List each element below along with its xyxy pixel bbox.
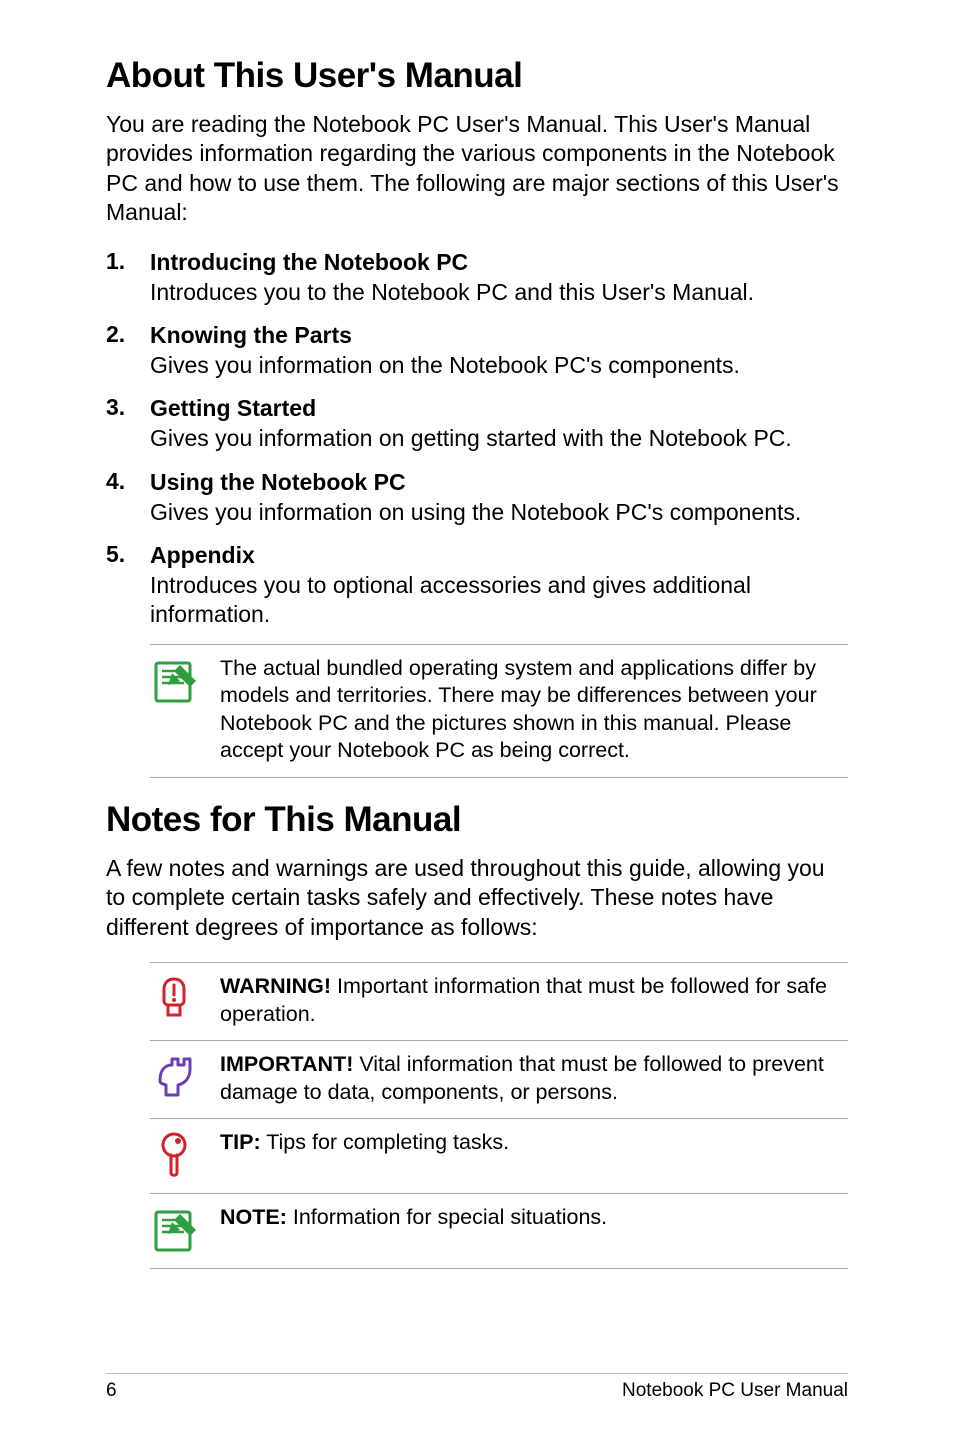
- list-item: Introducing the Notebook PC Introduces y…: [106, 248, 848, 307]
- callout-label: IMPORTANT!: [220, 1052, 353, 1076]
- footer-title: Notebook PC User Manual: [622, 1380, 848, 1402]
- list-item: Appendix Introduces you to optional acce…: [106, 541, 848, 630]
- section-title: Appendix: [150, 541, 848, 571]
- section-description: Introduces you to optional accessories a…: [150, 571, 848, 630]
- note-callout: The actual bundled operating system and …: [150, 644, 848, 778]
- callout-text: TIP: Tips for completing tasks.: [220, 1129, 848, 1157]
- section-title: Introducing the Notebook PC: [150, 248, 848, 278]
- section-description: Gives you information on using the Noteb…: [150, 498, 848, 527]
- callout-text: WARNING! Important information that must…: [220, 973, 848, 1028]
- callout-row-important: IMPORTANT! Vital information that must b…: [150, 1040, 848, 1118]
- list-item: Knowing the Parts Gives you information …: [106, 321, 848, 380]
- page-number: 6: [106, 1380, 117, 1402]
- list-item: Using the Notebook PC Gives you informat…: [106, 468, 848, 527]
- callout-label: TIP:: [220, 1130, 261, 1154]
- callout-body: Information for special situations.: [287, 1205, 607, 1229]
- page-content: About This User's Manual You are reading…: [0, 0, 954, 1269]
- callout-text: NOTE: Information for special situations…: [220, 1204, 848, 1232]
- section-description: Gives you information on getting started…: [150, 424, 848, 453]
- section-title: Knowing the Parts: [150, 321, 848, 351]
- list-item: Getting Started Gives you information on…: [106, 394, 848, 453]
- note-text: The actual bundled operating system and …: [220, 655, 848, 765]
- callout-row-note: NOTE: Information for special situations…: [150, 1193, 848, 1269]
- callouts-list: WARNING! Important information that must…: [150, 962, 848, 1269]
- page-title: About This User's Manual: [106, 56, 848, 96]
- note-icon: [150, 655, 198, 707]
- section-description: Gives you information on the Notebook PC…: [150, 351, 848, 380]
- section-description: Introduces you to the Notebook PC and th…: [150, 278, 848, 307]
- note-icon: [150, 1204, 198, 1256]
- callout-label: WARNING!: [220, 974, 331, 998]
- callout-body: Tips for completing tasks.: [261, 1130, 510, 1154]
- notes-heading: Notes for This Manual: [106, 800, 848, 840]
- callout-text: IMPORTANT! Vital information that must b…: [220, 1051, 848, 1106]
- notes-intro: A few notes and warnings are used throug…: [106, 854, 848, 942]
- page-footer: 6 Notebook PC User Manual: [106, 1373, 848, 1402]
- callout-row-warning: WARNING! Important information that must…: [150, 962, 848, 1040]
- callout-row-tip: TIP: Tips for completing tasks.: [150, 1118, 848, 1193]
- important-icon: [150, 1051, 198, 1103]
- intro-paragraph: You are reading the Notebook PC User's M…: [106, 110, 848, 228]
- warning-icon: [150, 973, 198, 1025]
- sections-list: Introducing the Notebook PC Introduces y…: [106, 248, 848, 630]
- section-title: Getting Started: [150, 394, 848, 424]
- tip-icon: [150, 1129, 198, 1181]
- callout-label: NOTE:: [220, 1205, 287, 1229]
- section-title: Using the Notebook PC: [150, 468, 848, 498]
